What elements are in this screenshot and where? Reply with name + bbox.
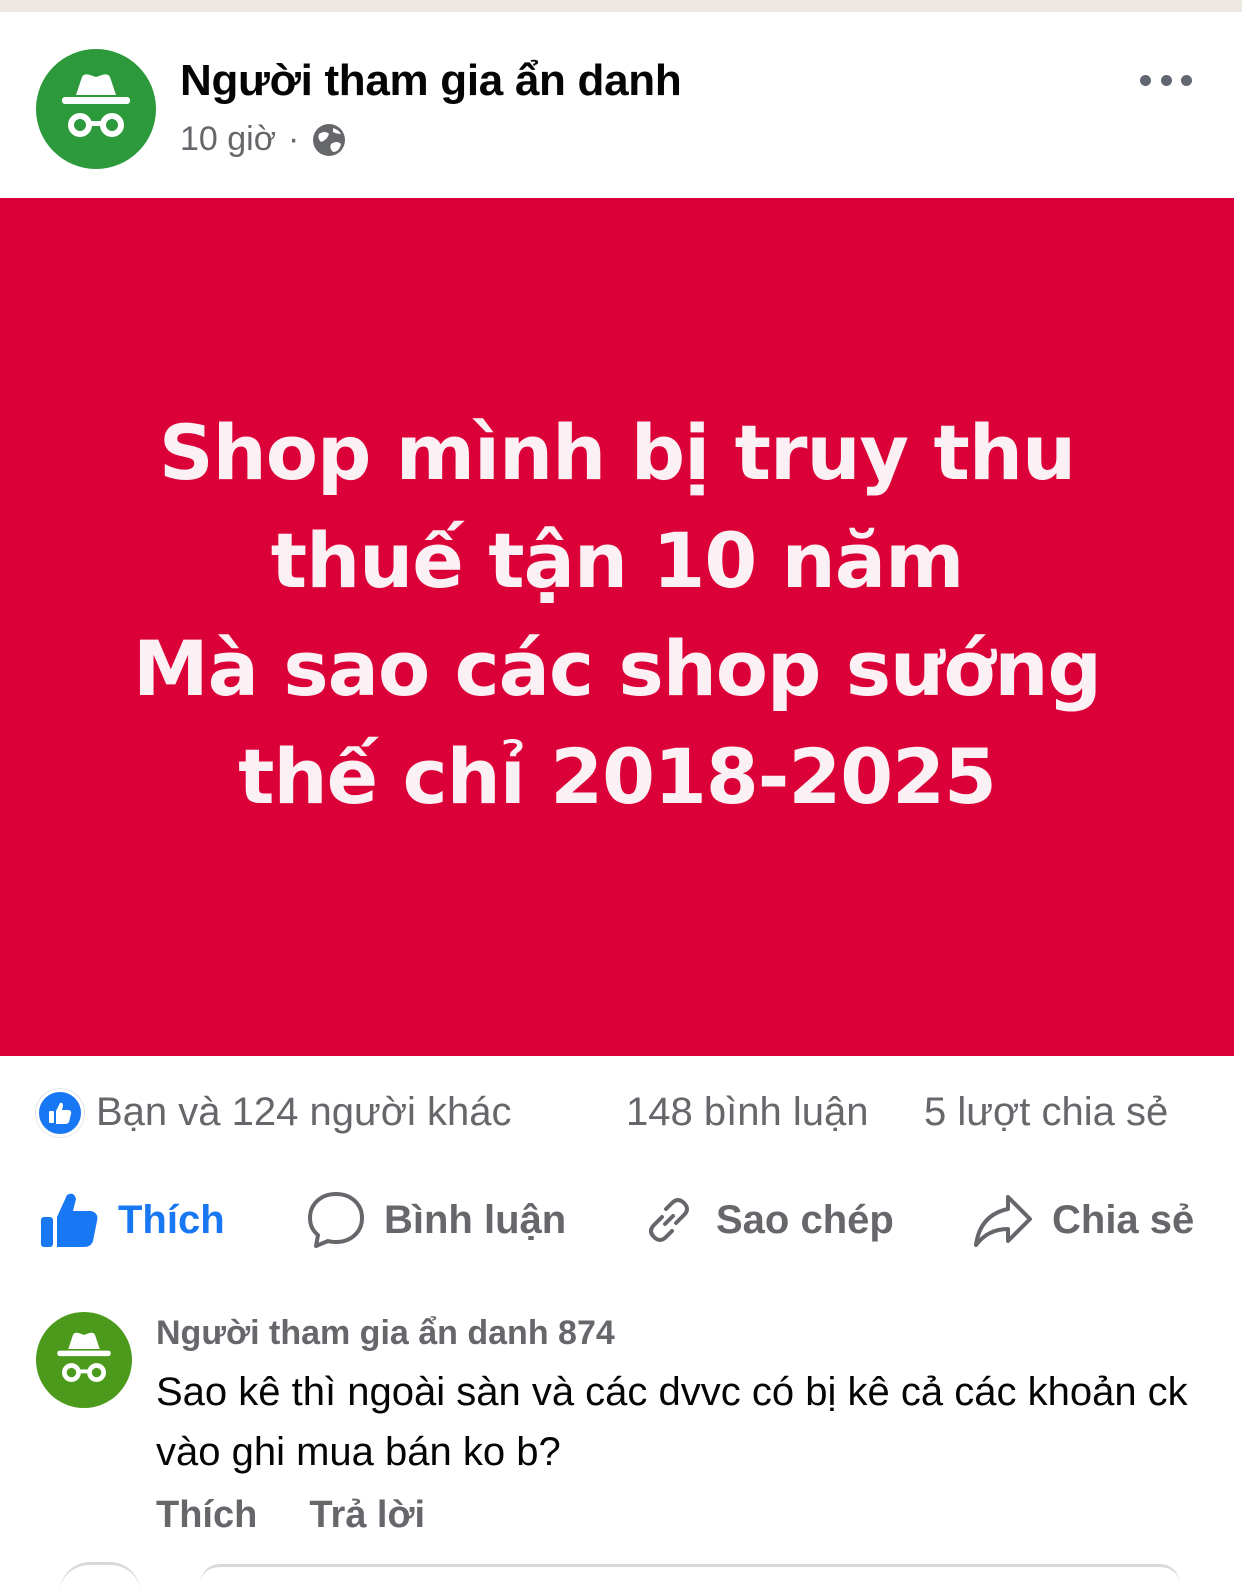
share-arrow-icon: [974, 1195, 1032, 1247]
banner-line: Shop mình bị truy thu: [158, 408, 1076, 497]
share-count[interactable]: 5 lượt chia sẻ: [924, 1090, 1168, 1135]
comment-actions: Thích Trả lời: [156, 1494, 425, 1537]
post-time[interactable]: 10 giờ: [180, 120, 276, 159]
thumbs-up-icon: [41, 1193, 98, 1247]
banner-line: Mà sao các shop sướng: [133, 624, 1102, 713]
more-options-icon[interactable]: [1140, 70, 1192, 90]
like-label: Thích: [118, 1197, 225, 1242]
comment-reply-button[interactable]: Trả lời: [309, 1494, 425, 1537]
anonymous-avatar[interactable]: [36, 49, 156, 169]
link-icon: [649, 1198, 689, 1242]
like-button[interactable]: Thích: [38, 1180, 225, 1260]
post-stats: Bạn và 124 người khác 148 bình luận 5 lư…: [0, 1080, 1242, 1150]
banner-line: thế chỉ 2018-2025: [238, 732, 997, 821]
comment-bubble-icon: [308, 1192, 364, 1248]
next-avatar-peek: [60, 1562, 140, 1592]
comment-text: Sao kê thì ngoài sàn và các dvvc có bị k…: [156, 1370, 1188, 1474]
share-label: Chia sẻ: [1052, 1197, 1195, 1242]
globe-icon: [313, 123, 346, 156]
share-button[interactable]: Chia sẻ: [972, 1180, 1194, 1260]
copy-label: Sao chép: [716, 1197, 894, 1242]
top-divider: [0, 0, 1242, 12]
comment-input-peek[interactable]: [200, 1564, 1180, 1584]
post-image-banner[interactable]: Shop mình bị truy thu thuế tận 10 năm Mà…: [0, 198, 1234, 1056]
copy-link-button[interactable]: Sao chép: [640, 1180, 894, 1260]
meta-separator: ·: [288, 120, 300, 158]
banner-line: thuế tận 10 năm: [270, 516, 965, 605]
commenter-avatar[interactable]: [36, 1312, 132, 1408]
comment-button[interactable]: Bình luận: [306, 1180, 566, 1260]
comment-like-button[interactable]: Thích: [156, 1494, 257, 1537]
post-header: Người tham gia ẩn danh 10 giờ ·: [0, 12, 1242, 198]
comment-label: Bình luận: [384, 1197, 567, 1242]
post-actions-bar: Thích Bình luận Sao chép Chia sẻ: [0, 1180, 1242, 1260]
commenter-name[interactable]: Người tham gia ẩn danh 874: [156, 1314, 615, 1353]
post-author[interactable]: Người tham gia ẩn danh: [180, 56, 682, 106]
like-reaction-icon: [36, 1089, 84, 1137]
reactors-summary[interactable]: Bạn và 124 người khác: [96, 1090, 512, 1135]
incognito-icon: [62, 74, 130, 137]
incognito-icon: [57, 1332, 111, 1382]
post-meta: 10 giờ ·: [180, 120, 347, 159]
comment-count[interactable]: 148 bình luận: [626, 1090, 868, 1135]
comment-item: Người tham gia ẩn danh 874 Sao kê thì ng…: [0, 1300, 1242, 1579]
